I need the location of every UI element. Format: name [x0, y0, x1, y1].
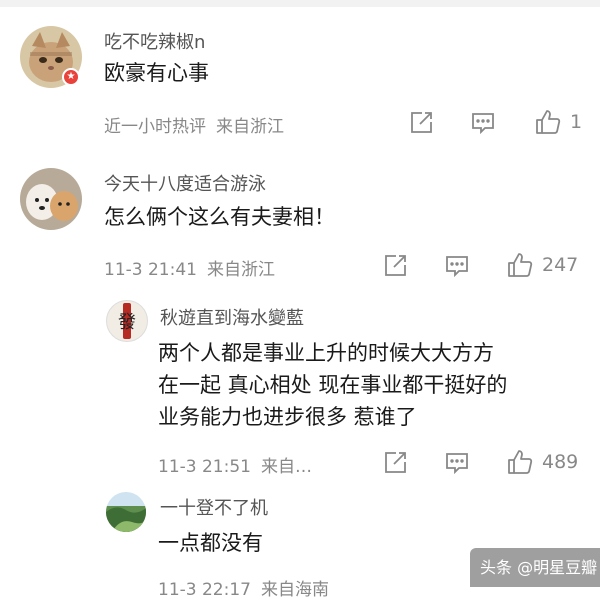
- like-button[interactable]: 247: [506, 251, 578, 279]
- thumbs-up-icon: [506, 251, 534, 279]
- share-icon: [408, 110, 434, 136]
- reply-time: 11-3 21:51: [158, 457, 251, 477]
- reply-username[interactable]: 秋遊直到海水變藍: [160, 304, 304, 330]
- comment-icon: [444, 253, 470, 279]
- vip-badge-icon: ★: [62, 68, 80, 86]
- top-divider: [0, 0, 600, 7]
- reply-time: 11-3 22:17: [158, 580, 251, 600]
- reply-text-line-1: 两个人都是事业上升的时候大大方方: [158, 341, 494, 365]
- avatar-char: 發: [118, 312, 136, 333]
- reply-username[interactable]: 一十登不了机: [160, 494, 268, 520]
- share-icon: [382, 253, 408, 279]
- watermark: 头条 @明星豆瓣: [470, 548, 600, 587]
- reply-location: 来自海南: [260, 580, 329, 600]
- reply-button[interactable]: [444, 450, 470, 476]
- comment-time: 近一小时热评: [104, 117, 206, 137]
- comment-meta: 近一小时热评 来自浙江: [104, 112, 284, 137]
- comment-location: 来自浙江: [216, 117, 284, 137]
- thumbs-up-icon: [506, 448, 534, 476]
- like-count: 247: [542, 254, 579, 276]
- comment-username[interactable]: 吃不吃辣椒n: [104, 28, 205, 54]
- reply-text-line-3: 业务能力也进步很多 惹谁了: [158, 405, 417, 429]
- reply-text-line-2: 在一起 真心相处 现在事业都干挺好的: [158, 373, 508, 397]
- reply-text: 一点都没有: [158, 531, 263, 555]
- calligraphy-avatar-icon[interactable]: 發: [106, 300, 148, 342]
- reply-button[interactable]: [444, 253, 470, 279]
- landscape-avatar-icon[interactable]: [106, 492, 146, 532]
- comment-meta: 11-3 21:41 来自浙江: [104, 255, 275, 280]
- reply-meta: 11-3 21:51 来自…: [158, 452, 312, 477]
- comment-text: 欧豪有心事: [104, 61, 209, 85]
- reply-meta: 11-3 22:17 来自海南: [158, 575, 329, 600]
- comment-icon: [444, 450, 470, 476]
- share-button[interactable]: [382, 253, 408, 279]
- like-count: 489: [542, 451, 579, 473]
- share-icon: [382, 450, 408, 476]
- like-button[interactable]: 489: [506, 448, 578, 476]
- comment-icon: [470, 110, 496, 136]
- comment-time: 11-3 21:41: [104, 260, 197, 280]
- like-count: 1: [570, 111, 583, 133]
- thumbs-up-icon: [534, 108, 562, 136]
- comment-location: 来自浙江: [206, 260, 275, 280]
- reply-location: 来自…: [260, 457, 312, 477]
- share-button[interactable]: [408, 110, 434, 136]
- like-button[interactable]: 1: [534, 108, 582, 136]
- dogs-avatar-icon[interactable]: [20, 168, 82, 230]
- reply-button[interactable]: [470, 110, 496, 136]
- comment-text: 怎么俩个这么有夫妻相！: [104, 205, 335, 229]
- comment-username[interactable]: 今天十八度适合游泳: [104, 170, 266, 196]
- share-button[interactable]: [382, 450, 408, 476]
